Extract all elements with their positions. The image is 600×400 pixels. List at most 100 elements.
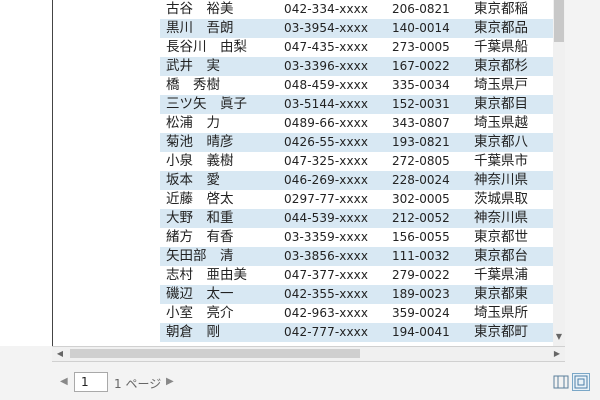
zip-cell: 359-0024 [392, 306, 450, 320]
table-row[interactable]: 橋 秀樹 048-459-xxxx 335-0034 埼玉県戸 [160, 76, 558, 95]
name-cell: 緒方 有香 [166, 229, 234, 245]
scroll-down-icon[interactable]: ▼ [553, 330, 565, 344]
page-number-input[interactable] [74, 372, 108, 392]
address-cell: 千葉県浦 [474, 267, 528, 283]
table-row[interactable]: 古谷 裕美 042-334-xxxx 206-0821 東京都稲 [160, 0, 558, 19]
name-cell: 松浦 力 [166, 115, 220, 131]
vertical-scroll-thumb[interactable] [554, 0, 564, 42]
table-row[interactable]: 矢田部 清 03-3856-xxxx 111-0032 東京都台 [160, 247, 558, 266]
scroll-left-icon[interactable]: ◀ [54, 347, 66, 361]
address-cell: 東京都東 [474, 286, 528, 302]
phone-cell: 0426-55-xxxx [284, 135, 369, 149]
address-cell: 東京都目 [474, 96, 528, 112]
phone-cell: 048-459-xxxx [284, 78, 369, 92]
grid-view-icon[interactable] [552, 373, 570, 391]
zip-cell: 279-0022 [392, 268, 450, 282]
scroll-right-icon[interactable]: ▶ [551, 347, 563, 361]
table-row[interactable]: 武井 実 03-3396-xxxx 167-0022 東京都杉 [160, 57, 558, 76]
zip-cell: 228-0024 [392, 173, 450, 187]
zip-cell: 189-0023 [392, 287, 450, 301]
next-page-icon[interactable]: ▶ [166, 376, 174, 387]
name-cell: 坂本 愛 [166, 172, 220, 188]
zip-cell: 302-0005 [392, 192, 450, 206]
table-row[interactable]: 菊池 晴彦 0426-55-xxxx 193-0821 東京都八 [160, 133, 558, 152]
table-row[interactable]: 坂本 愛 046-269-xxxx 228-0024 神奈川県 [160, 171, 558, 190]
zip-cell: 194-0041 [392, 325, 450, 339]
zip-cell: 111-0032 [392, 249, 450, 263]
fit-page-icon[interactable] [572, 373, 590, 391]
name-cell: 黒川 吾朗 [166, 20, 234, 36]
name-cell: 長谷川 由梨 [166, 39, 247, 55]
address-cell: 千葉県船 [474, 39, 528, 55]
address-cell: 埼玉県所 [474, 305, 528, 321]
prev-page-icon[interactable]: ◀ [60, 376, 68, 387]
phone-cell: 047-325-xxxx [284, 154, 369, 168]
phone-cell: 042-355-xxxx [284, 287, 369, 301]
address-cell: 東京都杉 [474, 58, 528, 74]
page-left-rule [52, 0, 53, 346]
address-cell: 東京都稲 [474, 1, 528, 17]
phone-cell: 047-435-xxxx [284, 40, 369, 54]
phone-cell: 03-5144-xxxx [284, 97, 369, 111]
zip-cell: 212-0052 [392, 211, 450, 225]
name-cell: 矢田部 清 [166, 248, 234, 264]
name-cell: 志村 亜由美 [166, 267, 247, 283]
phone-cell: 0297-77-xxxx [284, 192, 369, 206]
address-cell: 東京都品 [474, 20, 528, 36]
report-page: 古谷 裕美 042-334-xxxx 206-0821 東京都稲黒川 吾朗 03-395… [0, 0, 565, 346]
zip-cell: 167-0022 [392, 59, 450, 73]
name-cell: 近藤 啓太 [166, 191, 234, 207]
address-cell: 東京都世 [474, 229, 528, 245]
address-cell: 東京都八 [474, 134, 528, 150]
zip-cell: 156-0055 [392, 230, 450, 244]
name-cell: 磯辺 太一 [166, 286, 234, 302]
address-cell: 埼玉県越 [474, 115, 528, 131]
address-cell: 埼玉県戸 [474, 77, 528, 93]
horizontal-scrollbar[interactable]: ◀ ▶ [52, 346, 565, 362]
zip-cell: 272-0805 [392, 154, 450, 168]
zip-cell: 343-0807 [392, 116, 450, 130]
table-row[interactable]: 三ツ矢 眞子 03-5144-xxxx 152-0031 東京都目 [160, 95, 558, 114]
name-cell: 大野 和重 [166, 210, 234, 226]
phone-cell: 044-539-xxxx [284, 211, 369, 225]
table-row[interactable]: 小室 亮介 042-963-xxxx 359-0024 埼玉県所 [160, 304, 558, 323]
page-count-label: 1 ページ [114, 377, 162, 391]
address-cell: 茨城県取 [474, 191, 528, 207]
phone-cell: 046-269-xxxx [284, 173, 369, 187]
name-cell: 小泉 義樹 [166, 153, 234, 169]
phone-cell: 03-3954-xxxx [284, 21, 369, 35]
phone-cell: 042-334-xxxx [284, 2, 369, 16]
table-row[interactable]: 志村 亜由美 047-377-xxxx 279-0022 千葉県浦 [160, 266, 558, 285]
table-row[interactable]: 近藤 啓太 0297-77-xxxx 302-0005 茨城県取 [160, 190, 558, 209]
table-row[interactable]: 長谷川 由梨 047-435-xxxx 273-0005 千葉県船 [160, 38, 558, 57]
zip-cell: 335-0034 [392, 78, 450, 92]
phone-cell: 042-963-xxxx [284, 306, 369, 320]
vertical-scrollbar[interactable] [553, 0, 565, 346]
name-cell: 武井 実 [166, 58, 220, 74]
name-cell: 朝倉 剛 [166, 324, 220, 340]
pagination-bar: ◀ 1 ページ ▶ [0, 370, 600, 398]
table-row[interactable]: 朝倉 剛 042-777-xxxx 194-0041 東京都町 [160, 323, 558, 342]
address-cell: 東京都町 [474, 324, 528, 340]
table-row[interactable]: 磯辺 太一 042-355-xxxx 189-0023 東京都東 [160, 285, 558, 304]
name-cell: 橋 秀樹 [166, 77, 220, 93]
table-row[interactable]: 緒方 有香 03-3359-xxxx 156-0055 東京都世 [160, 228, 558, 247]
address-cell: 東京都台 [474, 248, 528, 264]
address-cell: 神奈川県 [474, 172, 528, 188]
address-cell: 千葉県市 [474, 153, 528, 169]
phone-cell: 0489-66-xxxx [284, 116, 369, 130]
table-row[interactable]: 松浦 力 0489-66-xxxx 343-0807 埼玉県越 [160, 114, 558, 133]
name-cell: 三ツ矢 眞子 [166, 96, 247, 112]
table-row[interactable]: 黒川 吾朗 03-3954-xxxx 140-0014 東京都品 [160, 19, 558, 38]
name-cell: 古谷 裕美 [166, 1, 234, 17]
zip-cell: 140-0014 [392, 21, 450, 35]
name-cell: 菊池 晴彦 [166, 134, 234, 150]
zip-cell: 152-0031 [392, 97, 450, 111]
horizontal-scroll-thumb[interactable] [70, 349, 360, 358]
phone-cell: 03-3856-xxxx [284, 249, 369, 263]
zip-cell: 206-0821 [392, 2, 450, 16]
phone-cell: 047-377-xxxx [284, 268, 369, 282]
zip-cell: 193-0821 [392, 135, 450, 149]
table-row[interactable]: 小泉 義樹 047-325-xxxx 272-0805 千葉県市 [160, 152, 558, 171]
table-row[interactable]: 大野 和重 044-539-xxxx 212-0052 神奈川県 [160, 209, 558, 228]
